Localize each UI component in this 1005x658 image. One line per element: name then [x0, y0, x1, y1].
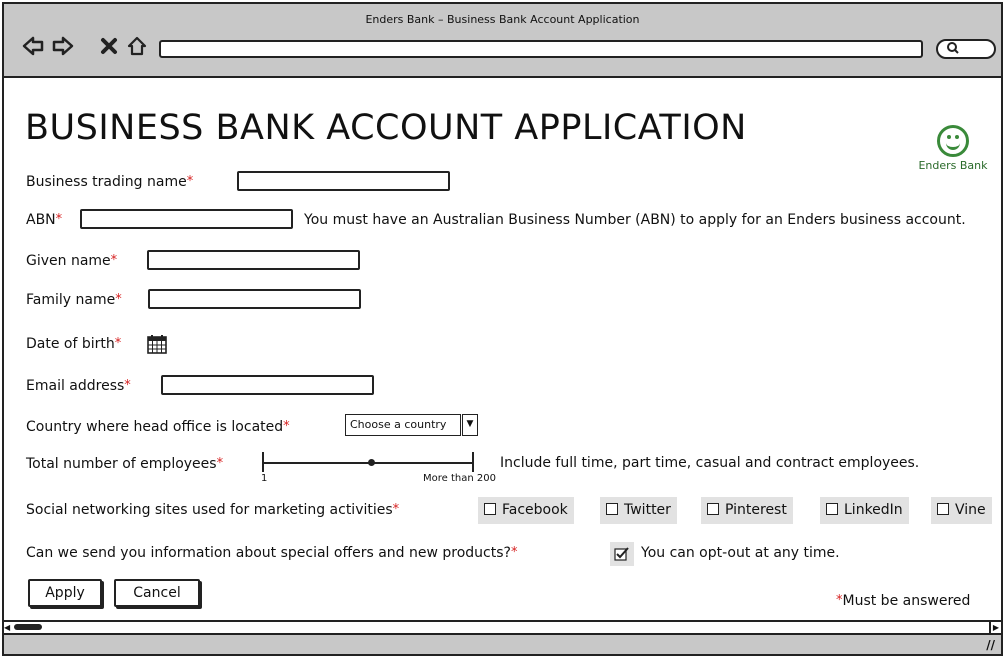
social-label: Social networking sites used for marketi…: [26, 502, 400, 518]
social-option-facebook[interactable]: Facebook: [478, 497, 574, 524]
forward-arrow-icon[interactable]: [52, 35, 74, 57]
status-bar: //: [4, 635, 1001, 654]
search-button[interactable]: [936, 39, 996, 59]
resize-grip-icon[interactable]: //: [986, 638, 995, 652]
required-legend: *Must be answered: [836, 593, 971, 609]
business-name-input[interactable]: [237, 171, 450, 191]
social-option-twitter[interactable]: Twitter: [600, 497, 677, 524]
abn-input[interactable]: [80, 209, 293, 229]
url-bar[interactable]: [159, 40, 923, 58]
checkbox[interactable]: [606, 503, 618, 515]
chevron-down-icon[interactable]: ▼: [462, 414, 478, 436]
family-name-input[interactable]: [148, 289, 361, 309]
checkbox[interactable]: [707, 503, 719, 515]
abn-label: ABN*: [26, 212, 63, 228]
bank-logo: Enders Bank: [917, 125, 989, 172]
title-bar: Enders Bank – Business Bank Account Appl…: [4, 4, 1001, 78]
page-content: BUSINESS BANK ACCOUNT APPLICATION Enders…: [4, 78, 1001, 620]
employees-slider[interactable]: 1 More than 200: [261, 452, 496, 488]
calendar-icon[interactable]: [147, 334, 167, 354]
horizontal-scrollbar[interactable]: ◀ ▶: [4, 620, 1001, 635]
window-title: Enders Bank – Business Bank Account Appl…: [365, 13, 640, 26]
given-name-input[interactable]: [147, 250, 360, 270]
smiley-icon: [937, 125, 969, 157]
given-name-label: Given name*: [26, 253, 118, 269]
family-name-label: Family name*: [26, 292, 122, 308]
browser-window: Enders Bank – Business Bank Account Appl…: [2, 2, 1003, 656]
apply-button[interactable]: Apply: [28, 579, 102, 607]
slider-min-label: 1: [261, 473, 268, 484]
offers-note: You can opt-out at any time.: [641, 545, 840, 561]
business-name-label: Business trading name*: [26, 174, 194, 190]
logo-text: Enders Bank: [918, 159, 988, 172]
employees-note: Include full time, part time, casual and…: [500, 455, 920, 471]
employees-label: Total number of employees*: [26, 456, 224, 472]
offers-label: Can we send you information about specia…: [26, 545, 518, 561]
checkbox[interactable]: [937, 503, 949, 515]
checkbox[interactable]: [484, 503, 496, 515]
search-icon: [947, 42, 959, 54]
social-option-linkedin[interactable]: LinkedIn: [820, 497, 909, 524]
country-label: Country where head office is located*: [26, 419, 290, 435]
email-input[interactable]: [161, 375, 374, 395]
home-icon[interactable]: [126, 35, 148, 57]
dob-label: Date of birth*: [26, 336, 122, 352]
page-title: BUSINESS BANK ACCOUNT APPLICATION: [25, 108, 747, 148]
offers-checkbox[interactable]: [610, 542, 634, 566]
slider-handle[interactable]: [368, 459, 375, 466]
social-option-vine[interactable]: Vine: [931, 497, 992, 524]
scroll-left-icon[interactable]: ◀: [4, 622, 14, 633]
close-icon[interactable]: [98, 35, 120, 57]
abn-note: You must have an Australian Business Num…: [304, 212, 966, 228]
email-label: Email address*: [26, 378, 131, 394]
back-arrow-icon[interactable]: [22, 35, 44, 57]
social-option-pinterest[interactable]: Pinterest: [701, 497, 793, 524]
slider-max-label: More than 200: [423, 473, 496, 484]
cancel-button[interactable]: Cancel: [114, 579, 200, 607]
checkbox[interactable]: [826, 503, 838, 515]
scroll-right-icon[interactable]: ▶: [989, 622, 1001, 633]
scrollbar-thumb[interactable]: [14, 624, 42, 630]
country-select[interactable]: Choose a country: [345, 414, 461, 436]
